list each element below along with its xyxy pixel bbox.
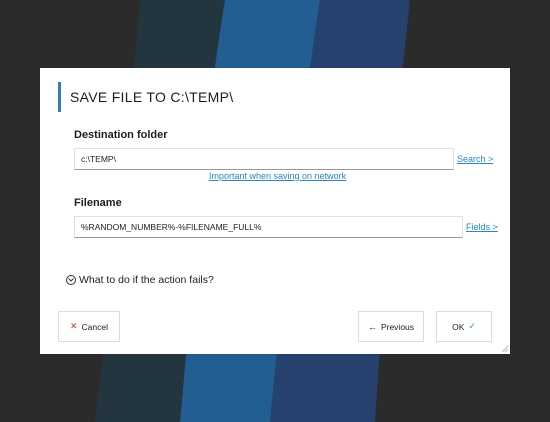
close-icon: ✕ — [69, 321, 78, 331]
previous-label: Previous — [380, 321, 415, 332]
filename-label: Filename — [74, 197, 122, 209]
chevron-down-icon — [66, 275, 76, 285]
destination-folder-label: Destination folder — [74, 129, 168, 141]
action-fails-toggle[interactable]: What to do if the action fails? — [66, 274, 214, 286]
cancel-button[interactable]: ✕ Cancel — [58, 311, 120, 342]
ok-button[interactable]: OK ✓ — [436, 311, 492, 342]
ok-label: OK — [452, 321, 465, 332]
dialog-header: SAVE FILE TO C:\TEMP\ — [58, 82, 233, 112]
action-fails-label: What to do if the action fails? — [79, 274, 214, 286]
dialog-title: SAVE FILE TO C:\TEMP\ — [70, 89, 234, 105]
search-link[interactable]: Search > — [457, 154, 493, 164]
check-icon: ✓ — [468, 321, 476, 331]
fields-link[interactable]: Fields > — [466, 222, 498, 232]
filename-input[interactable] — [74, 216, 463, 238]
cancel-label: Cancel — [81, 321, 108, 332]
arrow-left-icon: ← — [367, 321, 377, 332]
save-file-dialog: SAVE FILE TO C:\TEMP\ Destination folder… — [40, 68, 510, 354]
destination-folder-input[interactable] — [74, 148, 454, 170]
network-hint-link[interactable]: Important when saving on network — [209, 171, 346, 181]
resize-grip-icon[interactable] — [501, 345, 509, 353]
previous-button[interactable]: ← Previous — [358, 311, 424, 342]
